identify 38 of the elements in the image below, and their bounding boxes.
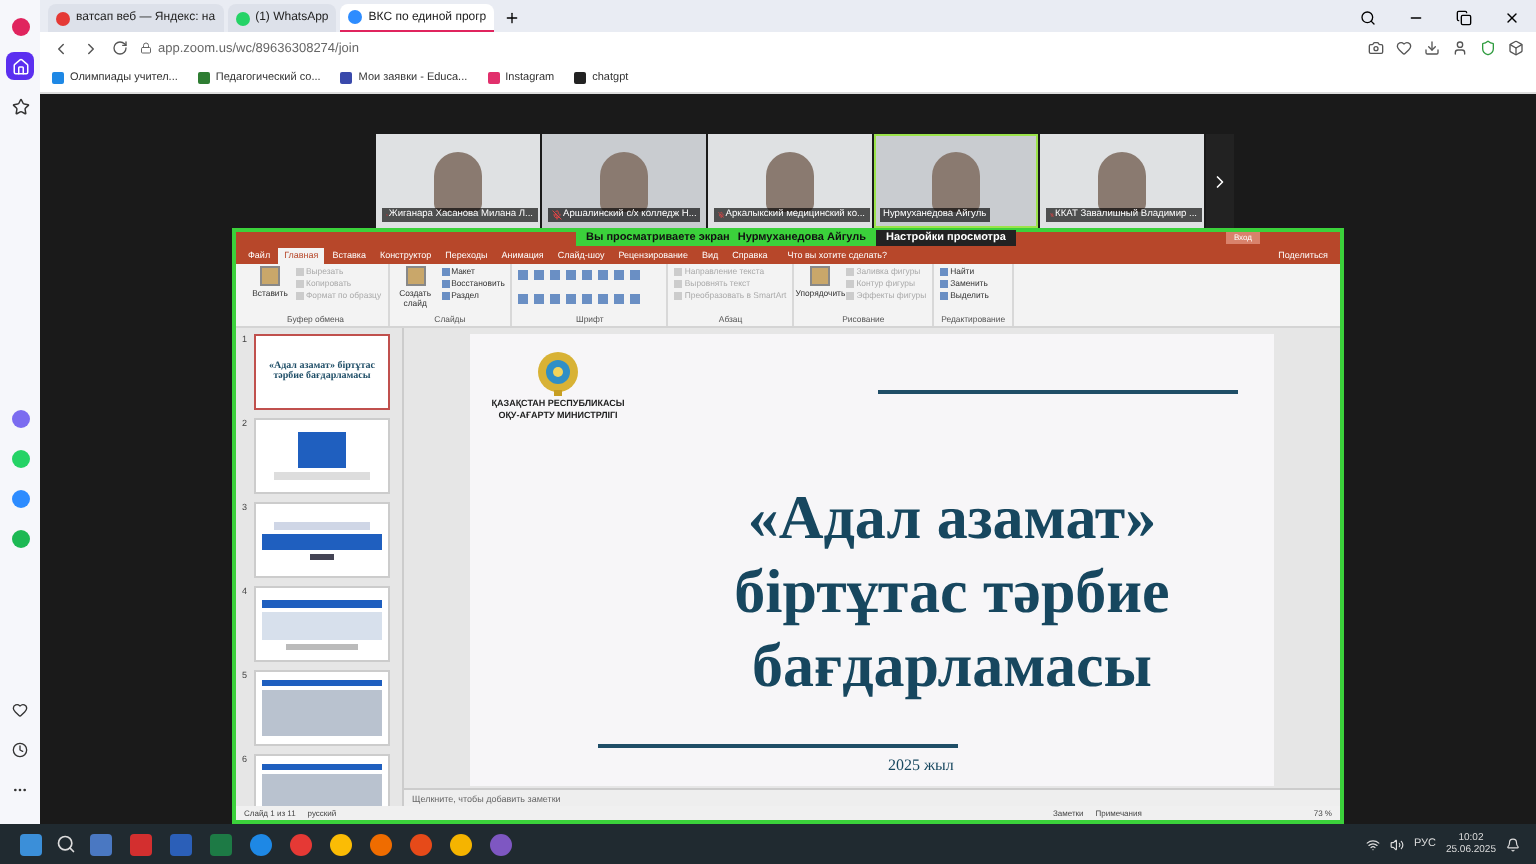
windows-logo-icon[interactable] bbox=[20, 833, 42, 855]
emblem-icon bbox=[536, 350, 580, 398]
slide-thumbnail[interactable] bbox=[254, 670, 390, 746]
app-icon[interactable] bbox=[330, 833, 352, 855]
notification-icon[interactable] bbox=[1506, 837, 1520, 851]
app-icon[interactable] bbox=[250, 833, 272, 855]
person-silhouette bbox=[433, 152, 481, 212]
year-text: 2025 жыл bbox=[886, 756, 956, 774]
speaker-icon[interactable] bbox=[1389, 837, 1404, 851]
slide-thumbnail[interactable] bbox=[254, 418, 390, 494]
slide-thumbnail[interactable] bbox=[254, 502, 390, 578]
home-icon[interactable] bbox=[6, 52, 34, 80]
app-icon[interactable] bbox=[370, 833, 392, 855]
slide-title: «Адал азамат» bbox=[747, 482, 1157, 557]
heart-icon[interactable] bbox=[1396, 40, 1412, 56]
app-icon[interactable] bbox=[410, 833, 432, 855]
app-icon[interactable] bbox=[450, 833, 472, 855]
close-icon[interactable] bbox=[1504, 10, 1520, 26]
reload-icon[interactable] bbox=[112, 40, 128, 56]
search-icon[interactable] bbox=[1360, 10, 1376, 26]
new-tab-icon[interactable] bbox=[504, 10, 521, 26]
slide-thumbnail[interactable] bbox=[254, 586, 390, 662]
restore-icon[interactable] bbox=[1456, 10, 1472, 26]
forward-icon[interactable] bbox=[82, 39, 100, 57]
slide-title: бағдарламасы bbox=[752, 629, 1152, 703]
person-silhouette bbox=[599, 152, 647, 212]
lock-icon bbox=[140, 42, 152, 54]
back-icon[interactable] bbox=[52, 39, 70, 57]
person-silhouette bbox=[931, 152, 979, 212]
download-icon[interactable] bbox=[1424, 40, 1440, 56]
person-silhouette bbox=[765, 152, 813, 212]
wifi-icon[interactable] bbox=[1365, 837, 1380, 851]
slide-title: біртұтас тәрбие bbox=[734, 556, 1170, 630]
shield-icon[interactable] bbox=[1480, 40, 1496, 56]
user-icon[interactable] bbox=[1452, 40, 1468, 56]
cube-icon[interactable] bbox=[1508, 40, 1524, 56]
camera-icon[interactable] bbox=[1368, 40, 1384, 56]
person-silhouette bbox=[1097, 152, 1145, 212]
